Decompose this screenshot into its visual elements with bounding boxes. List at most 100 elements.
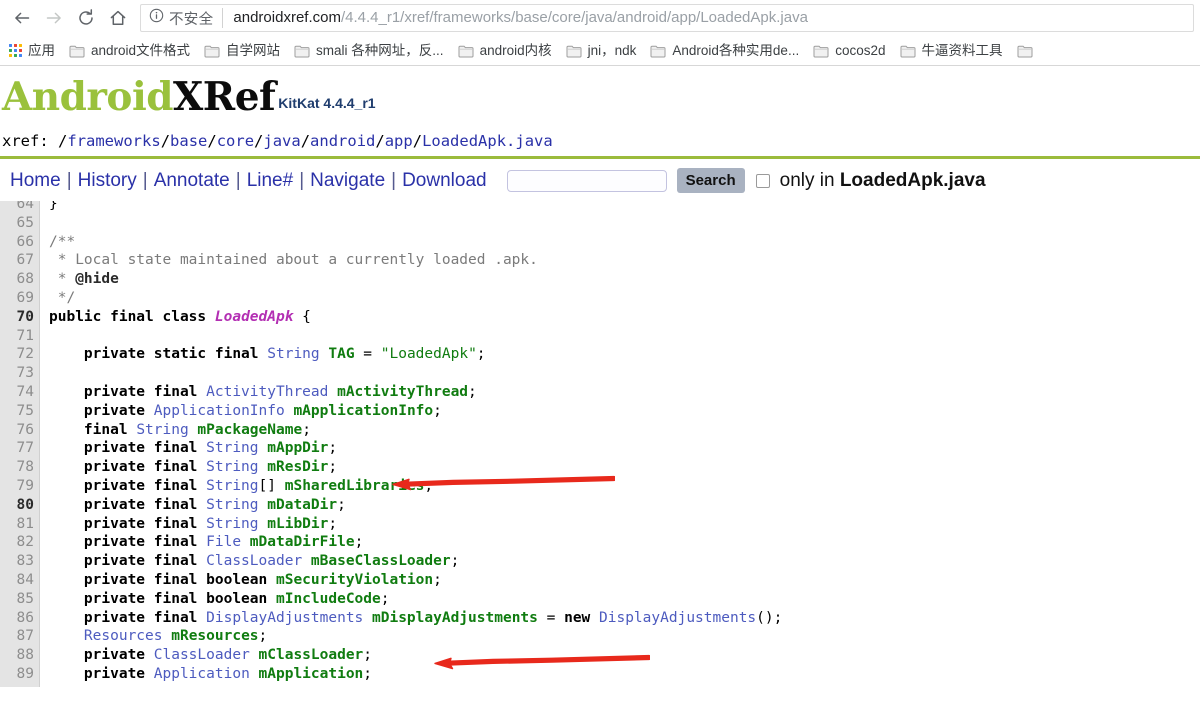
bookmark-list: android文件格式 自学网站 smali 各种网址，反... android内核 j…	[62, 38, 1040, 64]
line-number[interactable]: 68	[0, 270, 40, 289]
bookmark-item[interactable]: android文件格式	[62, 38, 197, 64]
url-text[interactable]: androidxref.com/4.4.4_r1/xref/frameworks…	[223, 8, 808, 28]
home-button[interactable]	[102, 2, 134, 34]
breadcrumb-link[interactable]: java	[263, 132, 300, 150]
line-number[interactable]: 72	[0, 345, 40, 364]
forward-button[interactable]	[38, 2, 70, 34]
code-line: 82 private final File mDataDirFile;	[0, 533, 1200, 552]
code-token: public final class	[49, 308, 215, 325]
line-number[interactable]: 77	[0, 439, 40, 458]
source-code-viewer[interactable]: 64} 65 66/** 67 * Local state maintained ab…	[0, 201, 1200, 687]
bookmark-item[interactable]: jni，ndk	[559, 38, 644, 64]
bookmark-item[interactable]: smali 各种网址，反...	[287, 38, 451, 64]
breadcrumb-link[interactable]: LoadedApk.java	[422, 132, 553, 150]
code-token: DisplayAdjustments	[206, 609, 373, 626]
code-line-text: private final DisplayAdjustments mDispla…	[40, 609, 782, 628]
code-token: String	[206, 477, 259, 494]
bookmark-item[interactable]: Android各种实用de...	[643, 38, 806, 64]
address-bar[interactable]: 不安全 androidxref.com/4.4.4_r1/xref/framew…	[140, 4, 1194, 32]
line-number[interactable]: 76	[0, 421, 40, 440]
line-number[interactable]: 86	[0, 609, 40, 628]
menu-link-navigate[interactable]: Navigate	[304, 169, 391, 193]
line-number[interactable]: 74	[0, 383, 40, 402]
folder-icon	[204, 44, 220, 58]
line-number[interactable]: 87	[0, 627, 40, 646]
line-number[interactable]: 80	[0, 496, 40, 515]
line-number[interactable]: 73	[0, 364, 40, 383]
menu-link-history[interactable]: History	[72, 169, 143, 193]
code-line-text: private final String mDataDir;	[40, 496, 346, 515]
breadcrumb-link[interactable]: android	[310, 132, 375, 150]
code-token: {	[293, 308, 311, 325]
code-token: ;	[380, 590, 390, 607]
bookmark-item[interactable]: 牛逼资料工具	[893, 38, 1010, 64]
code-line-text: Resources mResources;	[40, 627, 267, 646]
bookmark-apps[interactable]: 应用	[2, 38, 62, 64]
line-number[interactable]: 78	[0, 458, 40, 477]
bookmark-item[interactable]	[1010, 38, 1040, 64]
security-indicator[interactable]: 不安全	[149, 8, 224, 28]
code-token: mApplicationInfo	[293, 402, 434, 419]
line-number[interactable]: 83	[0, 552, 40, 571]
breadcrumb-segments: /frameworks/base/core/java/android/app/L…	[49, 132, 553, 150]
logo-xref-text: XRef	[173, 74, 276, 120]
line-number[interactable]: 85	[0, 590, 40, 609]
code-lines: 64} 65 66/** 67 * Local state maintained ab…	[0, 201, 1200, 684]
line-number[interactable]: 70	[0, 308, 40, 327]
code-token: Resources	[83, 628, 172, 645]
line-number[interactable]: 75	[0, 402, 40, 421]
code-line-text: final String mPackageName;	[40, 421, 311, 440]
line-number[interactable]: 89	[0, 665, 40, 684]
code-token: mSecurityViolation	[275, 571, 434, 588]
code-token: *	[49, 271, 76, 288]
code-token: =	[354, 346, 381, 363]
code-line-text: public final class LoadedApk {	[40, 308, 311, 327]
logo-wordmark: AndroidXRef	[2, 74, 276, 120]
menu-link-download[interactable]: Download	[396, 169, 493, 193]
code-token: ClassLoader	[206, 553, 311, 570]
line-number[interactable]: 67	[0, 251, 40, 270]
line-number[interactable]: 71	[0, 327, 40, 346]
back-button[interactable]	[6, 2, 38, 34]
breadcrumb-link[interactable]: base	[170, 132, 207, 150]
code-token: String	[206, 515, 268, 532]
code-token: private static final	[83, 346, 268, 363]
code-token: ;	[433, 571, 442, 588]
breadcrumb-link[interactable]: app	[385, 132, 413, 150]
menu-link-home[interactable]: Home	[2, 169, 67, 193]
line-number[interactable]: 82	[0, 533, 40, 552]
bookmark-item[interactable]: android内核	[451, 38, 559, 64]
site-logo[interactable]: AndroidXRef KitKat 4.4.4_r1	[0, 66, 1200, 120]
line-number[interactable]: 79	[0, 477, 40, 496]
only-in-file-checkbox[interactable]	[755, 173, 770, 188]
menu-link-line[interactable]: Line#	[241, 169, 300, 193]
reload-button[interactable]	[70, 2, 102, 34]
breadcrumb-link[interactable]: frameworks	[67, 132, 160, 150]
line-number[interactable]: 66	[0, 233, 40, 252]
code-line: 81 private final String mLibDir;	[0, 515, 1200, 534]
code-token: private final boolean	[83, 571, 276, 588]
search-input[interactable]	[506, 169, 667, 192]
code-line: 68 * @hide	[0, 270, 1200, 289]
line-number[interactable]: 84	[0, 571, 40, 590]
folder-icon	[69, 44, 85, 58]
code-token: private final	[83, 496, 207, 513]
bookmark-label: android文件格式	[91, 42, 191, 58]
line-number[interactable]: 64	[0, 201, 40, 214]
line-number[interactable]: 65	[0, 214, 40, 233]
only-in-prefix: only in	[779, 169, 835, 191]
breadcrumb-separator: /	[375, 132, 385, 150]
bookmark-item[interactable]: cocos2d	[806, 38, 892, 64]
line-number[interactable]: 81	[0, 515, 40, 534]
menu-link-annotate[interactable]: Annotate	[148, 169, 236, 193]
breadcrumb-link[interactable]: core	[217, 132, 254, 150]
bookmark-item[interactable]: 自学网站	[197, 38, 287, 64]
line-number[interactable]: 69	[0, 289, 40, 308]
code-token: mClassLoader	[258, 647, 364, 664]
search-button[interactable]: Search	[676, 168, 745, 193]
line-number[interactable]: 88	[0, 646, 40, 665]
